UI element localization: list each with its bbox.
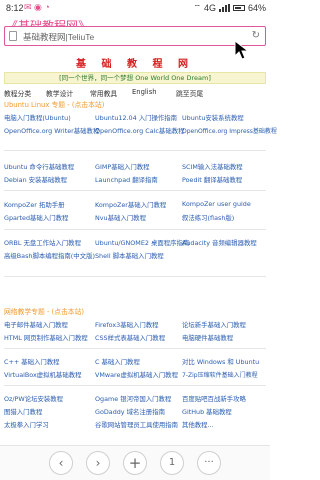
section-title[interactable]: 网络教学专题 - (点击本站) [4,306,84,316]
tutorial-link[interactable]: Ogame 银河帝国入门教程 [95,394,171,403]
notification-icons: ✉ ◉ ◔ [24,2,50,12]
tutorial-link[interactable]: Audacity 音频编辑器教程 [182,238,257,247]
tutorial-link[interactable]: KompoZer user guide [182,200,251,208]
tutorial-link[interactable]: 其他教程... [182,420,214,429]
back-button[interactable]: ‹ [49,451,73,475]
url-text[interactable]: 基础教程网|TeliuTe [23,31,94,43]
tutorial-link[interactable]: Debian 安装基础教程 [4,175,67,184]
tutorial-link[interactable]: KompoZer基础入门教程 [95,200,166,209]
tutorial-link[interactable]: Ubuntu安装系统教程 [182,113,244,122]
network-label: 4G [203,3,216,13]
status-time: 8:12 [6,3,24,13]
forward-button[interactable]: › [86,451,110,475]
tutorial-link[interactable]: Gparted基础入门教程 [4,213,68,222]
tutorial-link[interactable]: OpenOffice.org Impress基础教程 [182,126,277,135]
tutorial-link[interactable]: 电子邮件基础入门教程 [4,320,68,329]
tutorial-link[interactable]: 百度贴吧百战新手攻略 [182,394,246,403]
tutorial-link[interactable]: 叙法练习(flash版) [182,213,234,222]
battery-label: 64% [247,3,266,13]
row-divider [4,190,266,191]
tutorial-link[interactable]: VMware虚拟机基础入门教程 [95,370,178,379]
tutorial-link[interactable]: GitHub 基础教程 [182,407,232,416]
tutorial-link[interactable]: C 基础入门教程 [95,357,140,366]
tutorial-link[interactable]: VirtualBox虚拟机基础教程 [4,370,82,379]
row-divider [4,348,266,349]
menu-button[interactable]: ··· [197,451,221,475]
url-bar[interactable]: 基础教程网|TeliuTe ↻ [4,26,266,46]
row-divider [4,150,266,151]
tutorial-link[interactable]: Ubuntu/GNOME2 桌面程序指南 [95,238,189,247]
section-divider [4,276,266,277]
tutorial-link[interactable]: 高级Bash脚本编程指南(中文版) [4,251,95,260]
tutorial-link[interactable]: HTML 网页制作基础入门教程 [4,333,88,342]
tutorial-link[interactable]: ORBL 无盘工作站入门教程 [4,238,81,247]
tutorial-link[interactable]: Oz/PW论坛安装教程 [4,394,63,403]
wifi-icon: ⌔ [193,3,201,12]
site-title: 基 础 教 程 网 [76,59,194,70]
tutorial-link[interactable]: GIMP基础入门教程 [95,162,150,171]
tutorial-link[interactable]: Ubuntu12.04 入门操作指南 [95,113,177,122]
tutorial-link[interactable]: 对比 Windows 和 Ubuntu [182,357,259,366]
status-right: ⌔ 4G 64% [193,3,266,13]
tutorial-link[interactable]: Shell 脚本基础入门教程 [95,251,164,260]
status-bar: 8:12 ✉ ◉ ◔ ⌔ 4G 64% [0,0,270,16]
battery-icon [232,5,245,11]
row-divider [4,229,266,230]
reload-icon[interactable]: ↻ [252,30,260,41]
nav-item-categories[interactable]: 教程分类 [4,88,31,98]
tutorial-link[interactable]: Nvu基础入门教程 [95,213,146,222]
tutorial-link[interactable]: GoDaddy 域名注册指南 [95,407,165,416]
tutorial-link[interactable]: OpenOffice.org Writer基础教程 [4,126,99,135]
tutorial-link[interactable]: Poedit 翻译基础教程 [182,175,242,184]
section-title[interactable]: Ubuntu Linux 专题 - (点击本站) [4,99,104,109]
tutorial-link[interactable]: 电脑硬件基础教程 [182,333,233,342]
tutorial-link[interactable]: Launchpad 翻译指南 [95,175,158,184]
nav-item-english[interactable]: English [132,88,157,96]
tutorial-link[interactable]: C++ 基础入门教程 [4,357,60,366]
tutorial-link[interactable]: 太极拳入门学习 [4,420,49,429]
signal-icon [218,4,230,12]
tutorial-link[interactable]: SCIM输入法基础教程 [182,162,243,171]
tutorial-link[interactable]: KompoZer 拓助手册 [4,200,65,209]
nav-item-page-bottom[interactable]: 跳至页尾 [176,88,203,98]
tutorial-link[interactable]: 论坛新手基础入门教程 [182,320,246,329]
new-tab-button[interactable]: + [123,451,147,475]
tutorial-link[interactable]: 电脑入门教程(Ubuntu) [4,113,71,122]
page-icon [9,31,17,41]
tutorial-link[interactable]: Firefox3基础入门教程 [95,320,159,329]
row-divider [4,385,266,386]
nav-item-teaching-design[interactable]: 教学设计 [46,88,73,98]
tutorial-link[interactable]: OpenOffice.org Calc基础教程 [95,126,185,135]
browser-bottom-nav: ‹ › + 1 ··· [0,445,270,480]
tutorial-link[interactable]: 谷歌网站管理员工具使用指南 [95,420,178,429]
tutorial-link[interactable]: 7-Zip压缩软件基础入门教程 [182,370,258,379]
slogan-banner: [同一个世界，同一个梦想 One World One Dream] [4,72,266,84]
nav-item-tools[interactable]: 常用教具 [90,88,117,98]
tabs-button[interactable]: 1 [160,451,184,475]
tutorial-link[interactable]: 图猎入门教程 [4,407,42,416]
tutorial-link[interactable]: CSS样式表基础入门教程 [95,333,165,342]
tutorial-link[interactable]: Ubuntu 命令行基础教程 [4,162,74,171]
